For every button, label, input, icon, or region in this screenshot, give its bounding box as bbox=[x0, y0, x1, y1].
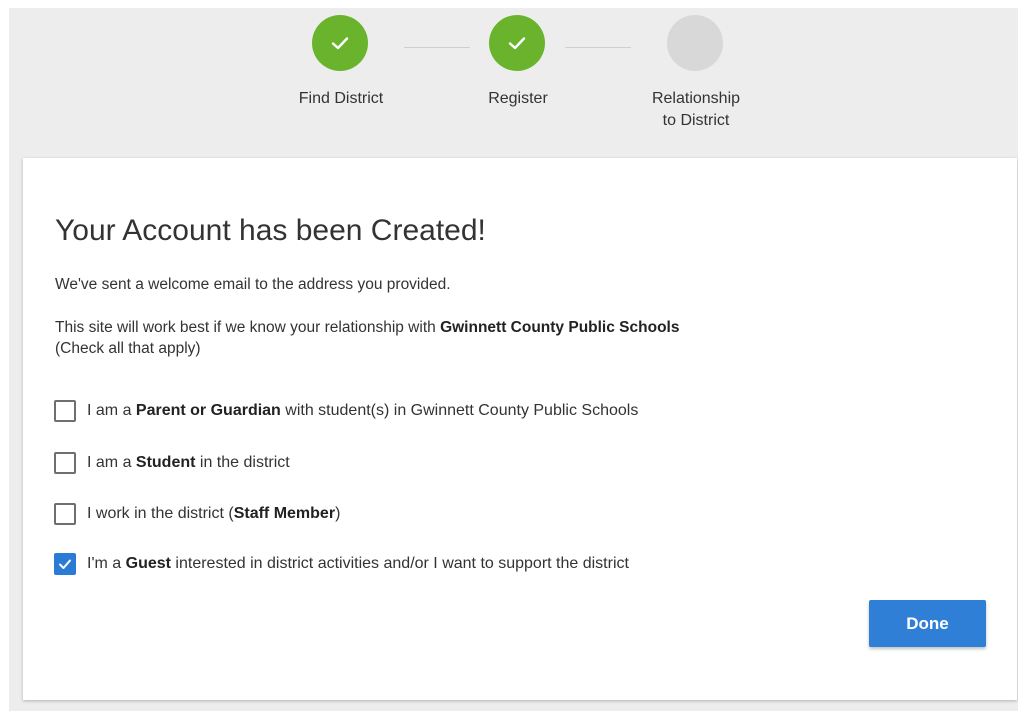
done-button[interactable]: Done bbox=[869, 600, 986, 647]
step-connector bbox=[565, 47, 631, 48]
step-find-district-complete-indicator bbox=[312, 15, 368, 71]
guest-checkbox[interactable] bbox=[54, 553, 76, 575]
option-text: I'm a Guest interested in district activ… bbox=[87, 555, 629, 572]
page: Find District Register Relationship to D… bbox=[0, 0, 1018, 711]
page-title: Your Account has been Created! bbox=[55, 214, 486, 247]
district-name: Gwinnett County Public Schools bbox=[440, 319, 680, 336]
option-parent-guardian[interactable]: I am a Parent or Guardian with student(s… bbox=[54, 400, 638, 422]
step-label-relationship: Relationship to District bbox=[651, 90, 741, 129]
progress-stepper: Find District Register Relationship to D… bbox=[0, 0, 1018, 150]
option-staff-member[interactable]: I work in the district (Staff Member) bbox=[54, 503, 340, 525]
option-text: I am a Student in the district bbox=[87, 454, 290, 471]
parent-guardian-checkbox[interactable] bbox=[54, 400, 76, 422]
step-connector bbox=[404, 47, 470, 48]
checkmark-icon bbox=[508, 37, 526, 50]
step-relationship-pending-indicator bbox=[667, 15, 723, 71]
step-label-register: Register bbox=[488, 90, 548, 107]
option-text: I am a Parent or Guardian with student(s… bbox=[87, 402, 639, 419]
checkmark-icon bbox=[331, 37, 349, 50]
staff-member-checkbox[interactable] bbox=[54, 503, 76, 525]
check-all-note: (Check all that apply) bbox=[55, 340, 201, 357]
option-guest[interactable]: I'm a Guest interested in district activ… bbox=[54, 553, 629, 575]
option-text: I work in the district (Staff Member) bbox=[87, 505, 341, 522]
welcome-message: We've sent a welcome email to the addres… bbox=[55, 276, 451, 293]
relationship-prompt: This site will work best if we know your… bbox=[55, 317, 679, 359]
option-student[interactable]: I am a Student in the district bbox=[54, 452, 290, 474]
student-checkbox[interactable] bbox=[54, 452, 76, 474]
step-label-find-district: Find District bbox=[298, 90, 384, 107]
step-register-complete-indicator bbox=[489, 15, 545, 71]
relationship-prompt-text: This site will work best if we know your… bbox=[55, 319, 441, 336]
checkmark-icon bbox=[59, 559, 71, 569]
account-created-card: Your Account has been Created! We've sen… bbox=[23, 158, 1017, 700]
